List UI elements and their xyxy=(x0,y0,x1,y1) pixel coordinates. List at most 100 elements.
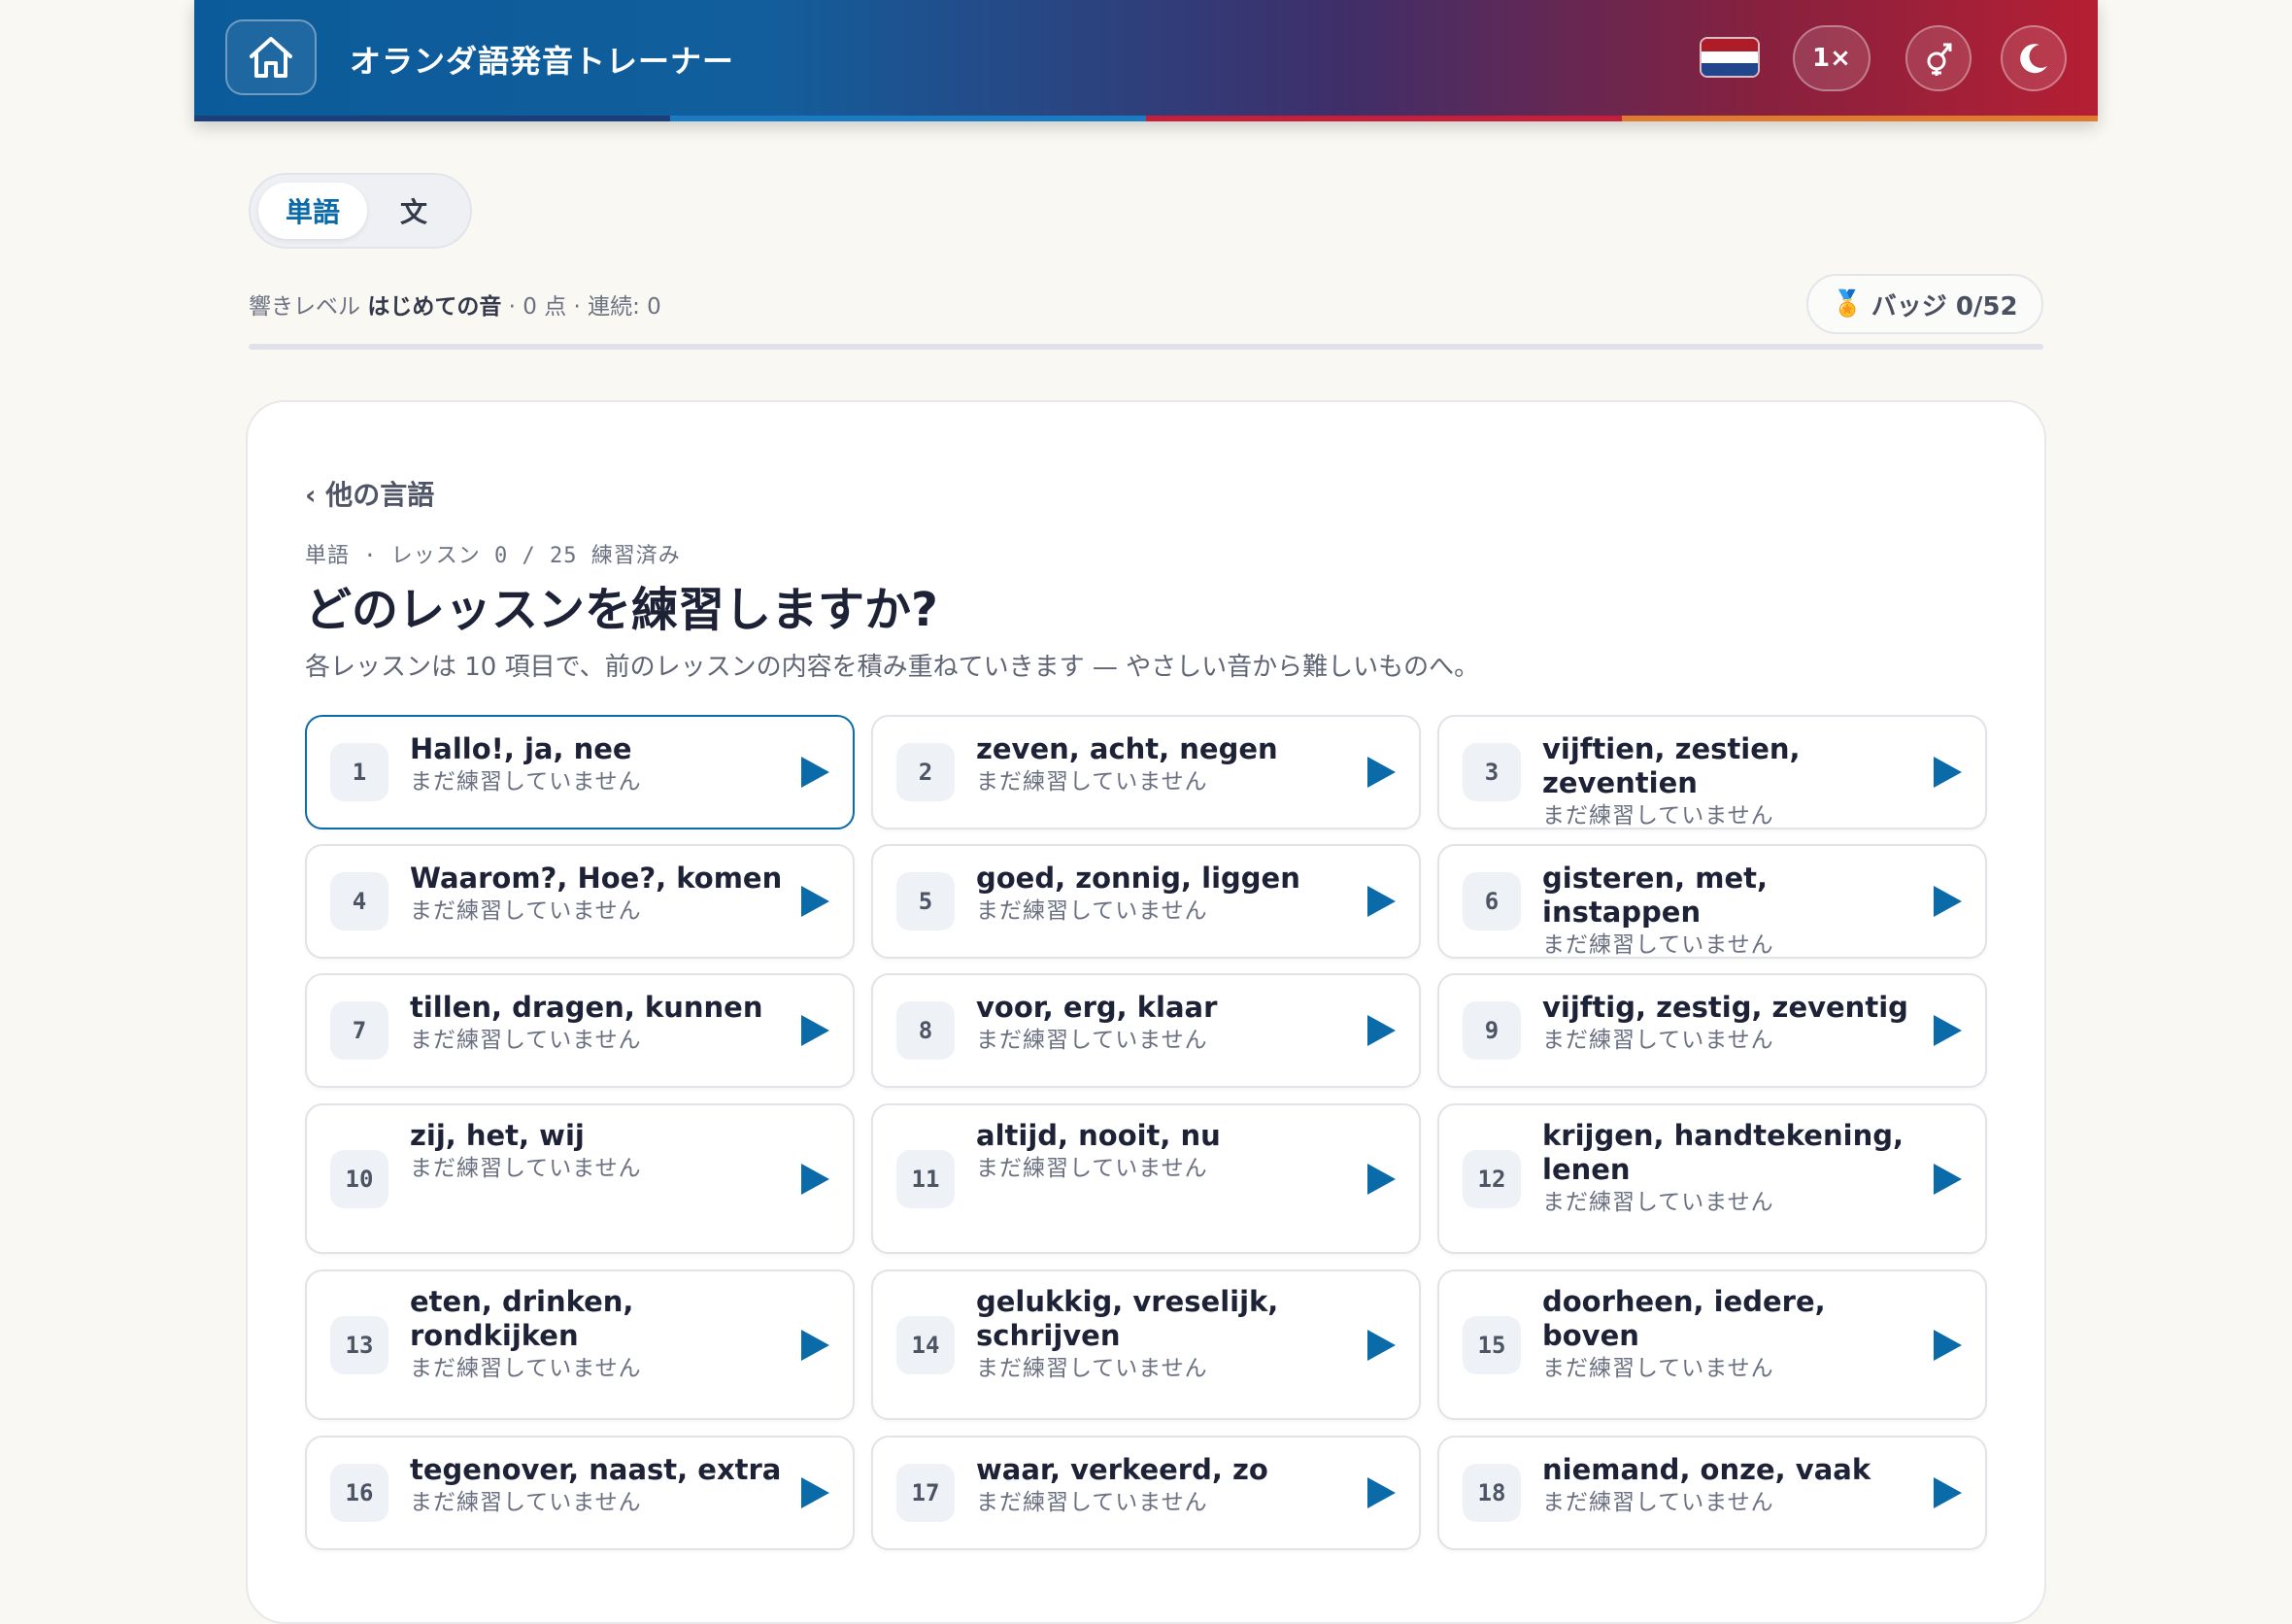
lesson-status: まだ練習していません xyxy=(1542,1028,1774,1053)
play-triangle xyxy=(801,757,829,788)
play-icon[interactable] xyxy=(1365,884,1398,919)
app-title: オランダ語発音トレーナー xyxy=(350,43,735,80)
play-icon[interactable] xyxy=(798,1475,831,1510)
lesson-card[interactable]: 18 niemand, onze, vaak まだ練習していません xyxy=(1437,1436,1987,1550)
play-triangle xyxy=(1934,757,1962,788)
lesson-number: 13 xyxy=(330,1315,388,1374)
lesson-words: gelukkig, vreselijk, schrijven xyxy=(976,1285,1279,1352)
lesson-card[interactable]: 13 eten, drinken, rondkijken まだ練習していません xyxy=(305,1269,855,1420)
dark-mode-button[interactable] xyxy=(2001,25,2067,91)
lesson-card[interactable]: 3 vijftien, zestien, zeventien まだ練習していません xyxy=(1437,715,1987,829)
flag-stripe-white xyxy=(1702,51,1758,64)
lesson-status: まだ練習していません xyxy=(410,1028,642,1053)
play-icon[interactable] xyxy=(1931,1013,1964,1048)
lesson-card[interactable]: 8 voor, erg, klaar まだ練習していません xyxy=(871,973,1421,1088)
lesson-text: zij, het, wij まだ練習していません xyxy=(410,1119,798,1184)
lesson-card[interactable]: 4 Waarom?, Hoe?, komen まだ練習していません xyxy=(305,844,855,959)
play-icon[interactable] xyxy=(1365,755,1398,790)
play-icon[interactable] xyxy=(1931,755,1964,790)
lesson-text: eten, drinken, rondkijken まだ練習していません xyxy=(410,1285,798,1384)
level-name: はじめての音 xyxy=(367,294,502,320)
play-icon[interactable] xyxy=(1365,1013,1398,1048)
lesson-card[interactable]: 12 krijgen, handtekening, lenen まだ練習していません xyxy=(1437,1103,1987,1254)
header-stripe xyxy=(194,116,2098,121)
lesson-card[interactable]: 9 vijftig, zestig, zeventig まだ練習していません xyxy=(1437,973,1987,1088)
lesson-number: 10 xyxy=(330,1149,388,1208)
lesson-card[interactable]: 17 waar, verkeerd, zo まだ練習していません xyxy=(871,1436,1421,1550)
flag-icon[interactable] xyxy=(1700,37,1760,78)
lesson-card[interactable]: 7 tillen, dragen, kunnen まだ練習していません xyxy=(305,973,855,1088)
play-icon[interactable] xyxy=(798,1013,831,1048)
lesson-text: altijd, nooit, nu まだ練習していません xyxy=(976,1119,1365,1184)
lesson-card[interactable]: 11 altijd, nooit, nu まだ練習していません xyxy=(871,1103,1421,1254)
lesson-card[interactable]: 5 goed, zonnig, liggen まだ練習していません xyxy=(871,844,1421,959)
page-description: 各レッスンは 10 項目で、前のレッスンの内容を積み重ねていきます — やさしい… xyxy=(305,653,1480,682)
lesson-number: 12 xyxy=(1463,1149,1521,1208)
lesson-text: vijftig, zestig, zeventig まだ練習していません xyxy=(1542,991,1931,1056)
lesson-number: 1 xyxy=(330,743,388,801)
lesson-text: waar, verkeerd, zo まだ練習していません xyxy=(976,1453,1365,1518)
home-icon xyxy=(250,37,292,78)
lesson-words: eten, drinken, rondkijken xyxy=(410,1285,634,1352)
play-icon[interactable] xyxy=(1931,1475,1964,1510)
lesson-number: 4 xyxy=(330,872,388,930)
lesson-status: まだ練習していません xyxy=(1542,803,1774,829)
lesson-card[interactable]: 14 gelukkig, vreselijk, schrijven まだ練習していま… xyxy=(871,1269,1421,1420)
play-icon[interactable] xyxy=(798,1162,831,1197)
voice-gender-button[interactable] xyxy=(1905,25,1972,91)
play-triangle xyxy=(1934,1477,1962,1508)
stripe-segment xyxy=(1622,116,2098,121)
lesson-status: まだ練習していません xyxy=(976,1356,1208,1381)
play-triangle xyxy=(1367,1477,1396,1508)
lesson-words: waar, verkeerd, zo xyxy=(976,1453,1268,1486)
lesson-text: gisteren, met, instappen まだ練習していません xyxy=(1542,862,1931,961)
lesson-text: voor, erg, klaar まだ練習していません xyxy=(976,991,1365,1056)
lesson-text: goed, zonnig, liggen まだ練習していません xyxy=(976,862,1365,927)
play-icon[interactable] xyxy=(1365,1328,1398,1363)
lesson-status: まだ練習していません xyxy=(976,1028,1208,1053)
back-to-languages-link[interactable]: ‹ 他の言語 xyxy=(305,474,434,513)
play-icon[interactable] xyxy=(798,884,831,919)
play-icon[interactable] xyxy=(1931,1328,1964,1363)
level-status: 響きレベル はじめての音 · 0 点 · 連続: 0 xyxy=(249,288,661,321)
lesson-words: vijftien, zestien, zeventien xyxy=(1542,732,1801,799)
stripe-segment xyxy=(194,116,670,121)
lesson-text: doorheen, iedere, boven まだ練習していません xyxy=(1542,1285,1931,1384)
play-icon[interactable] xyxy=(798,755,831,790)
play-icon[interactable] xyxy=(798,1328,831,1363)
badges-button[interactable]: 🏅 バッジ 0/52 xyxy=(1806,274,2043,334)
tab-words[interactable]: 単語 xyxy=(258,183,367,239)
lesson-card[interactable]: 15 doorheen, iedere, boven まだ練習していません xyxy=(1437,1269,1987,1420)
lesson-number: 8 xyxy=(896,1001,955,1060)
lesson-text: Waarom?, Hoe?, komen まだ練習していません xyxy=(410,862,798,927)
lesson-number: 14 xyxy=(896,1315,955,1374)
lesson-text: Hallo!, ja, nee まだ練習していません xyxy=(410,732,798,797)
play-triangle xyxy=(801,1329,829,1361)
lesson-words: Hallo!, ja, nee xyxy=(410,732,632,765)
home-button[interactable] xyxy=(225,19,317,95)
lesson-status: まだ練習していません xyxy=(1542,932,1774,958)
play-icon[interactable] xyxy=(1365,1162,1398,1197)
tab-sentences[interactable]: 文 xyxy=(371,183,456,239)
breadcrumb: 単語 · レッスン 0 / 25 練習済み xyxy=(305,544,681,568)
speed-button[interactable]: 1× xyxy=(1793,25,1871,91)
page-title: どのレッスンを練習しますか? xyxy=(305,583,938,637)
lesson-number: 2 xyxy=(896,743,955,801)
lesson-card[interactable]: 16 tegenover, naast, extra まだ練習していません xyxy=(305,1436,855,1550)
lesson-number: 11 xyxy=(896,1149,955,1208)
level-prefix: 響きレベル xyxy=(249,294,360,320)
play-triangle xyxy=(1934,1329,1962,1361)
medal-icon: 🏅 xyxy=(1832,289,1864,319)
lesson-card[interactable]: 6 gisteren, met, instappen まだ練習していません xyxy=(1437,844,1987,959)
lesson-words: gisteren, met, instappen xyxy=(1542,862,1768,929)
lesson-card[interactable]: 2 zeven, acht, negen まだ練習していません xyxy=(871,715,1421,829)
play-icon[interactable] xyxy=(1931,1162,1964,1197)
lesson-card[interactable]: 1 Hallo!, ja, nee まだ練習していません xyxy=(305,715,855,829)
lesson-number: 5 xyxy=(896,872,955,930)
play-icon[interactable] xyxy=(1365,1475,1398,1510)
play-icon[interactable] xyxy=(1931,884,1964,919)
play-triangle xyxy=(1367,886,1396,917)
lesson-number: 7 xyxy=(330,1001,388,1060)
lesson-words: voor, erg, klaar xyxy=(976,991,1218,1024)
lesson-card[interactable]: 10 zij, het, wij まだ練習していません xyxy=(305,1103,855,1254)
